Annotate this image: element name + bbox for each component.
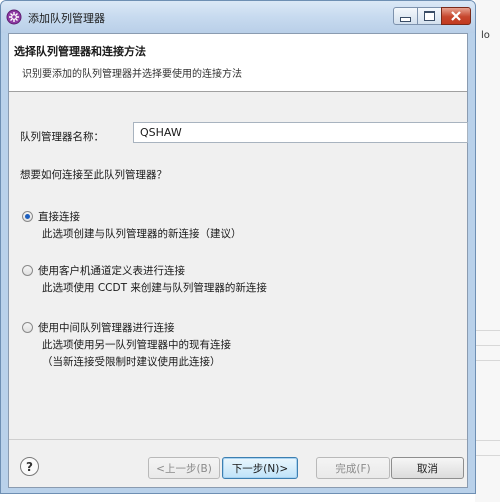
title-bar[interactable]: 添加队列管理器 — [1, 1, 475, 33]
ibm-mq-icon — [6, 9, 22, 25]
finish-button[interactable]: 完成(F) — [316, 457, 390, 479]
dialog-content: 选择队列管理器和连接方法 识别要添加的队列管理器并选择要使用的连接方法 队列管理… — [8, 33, 468, 488]
option-ccdt-connect[interactable]: 使用客户机通道定义表进行连接 — [22, 263, 185, 278]
background-divider — [475, 330, 500, 331]
connection-question: 想要如何连接至此队列管理器？ — [20, 169, 167, 181]
option-description-note: （当新连接受限制时建议使用此连接） — [42, 356, 221, 368]
close-icon — [451, 11, 461, 21]
window-title: 添加队列管理器 — [28, 12, 105, 25]
option-description: 此选项使用另一队列管理器中的现有连接 — [42, 339, 231, 351]
radio-button[interactable] — [22, 265, 33, 276]
background-divider — [475, 440, 500, 441]
background-window: lo — [475, 0, 500, 502]
background-divider — [475, 360, 500, 361]
option-label[interactable]: 使用客户机通道定义表进行连接 — [38, 263, 185, 278]
background-text-fragment: lo — [481, 30, 490, 41]
option-direct-connect[interactable]: 直接连接 — [22, 209, 80, 224]
footer-divider — [9, 439, 467, 440]
back-button[interactable]: <上一步(B) — [148, 457, 220, 479]
background-divider — [475, 455, 500, 456]
page-title: 选择队列管理器和连接方法 — [14, 45, 146, 58]
help-icon[interactable]: ? — [20, 457, 39, 476]
radio-selected-dot — [25, 214, 30, 219]
wizard-header: 选择队列管理器和连接方法 识别要添加的队列管理器并选择要使用的连接方法 — [9, 34, 467, 92]
option-label[interactable]: 直接连接 — [38, 209, 80, 224]
page-description: 识别要添加的队列管理器并选择要使用的连接方法 — [22, 69, 242, 80]
maximize-icon — [424, 11, 435, 21]
option-intermediate-connect[interactable]: 使用中间队列管理器进行连接 — [22, 320, 175, 335]
cancel-button[interactable]: 取消 — [391, 457, 464, 479]
option-description: 此选项创建与队列管理器的新连接（建议） — [42, 228, 242, 240]
radio-button[interactable] — [22, 322, 33, 333]
close-button[interactable] — [441, 7, 471, 25]
next-button[interactable]: 下一步(N)> — [222, 457, 298, 479]
queue-manager-name-input[interactable]: QSHAW — [133, 122, 468, 143]
minimize-icon — [400, 16, 411, 22]
option-description: 此选项使用 CCDT 来创建与队列管理器的新连接 — [42, 282, 267, 294]
add-queue-manager-dialog: 添加队列管理器 选择队列管理器和连接方法 识别要添加的队列管理器并选择要使用的连… — [0, 0, 476, 494]
option-label[interactable]: 使用中间队列管理器进行连接 — [38, 320, 175, 335]
queue-manager-name-label: 队列管理器名称： — [20, 131, 104, 143]
radio-button[interactable] — [22, 211, 33, 222]
minimize-button[interactable] — [393, 7, 418, 25]
maximize-button[interactable] — [417, 7, 442, 25]
background-divider — [475, 345, 500, 346]
